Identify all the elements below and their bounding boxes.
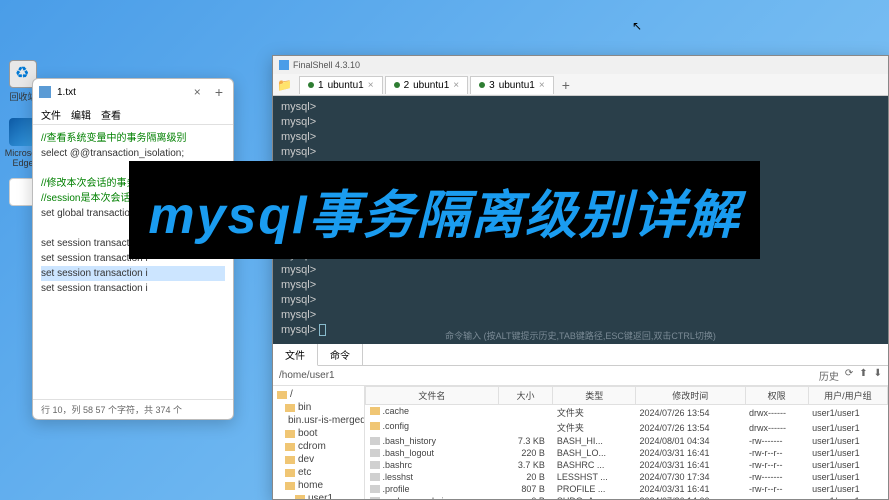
file-browser: /binbin.usr-is-mergedbootcdromdevetchome…	[273, 386, 888, 499]
tree-item[interactable]: home	[277, 479, 360, 492]
tab-close-icon[interactable]: ×	[368, 80, 374, 91]
tree-item[interactable]: user1	[277, 492, 360, 499]
file-row[interactable]: .lesshst20 BLESSHST ...2024/07/30 17:34-…	[366, 471, 888, 483]
tree-item[interactable]: etc	[277, 466, 360, 479]
tab-ubuntu-1[interactable]: 1 ubuntu1 ×	[299, 76, 383, 94]
download-icon[interactable]: ⬇	[874, 368, 882, 383]
tab-close-icon[interactable]: ×	[539, 80, 545, 91]
notepad-title-text: 1.txt	[57, 87, 76, 98]
tab-close-icon[interactable]: ×	[190, 85, 205, 99]
file-row[interactable]: .bash_logout220 BBASH_LO...2024/03/31 16…	[366, 447, 888, 459]
col-type[interactable]: 类型	[553, 387, 636, 405]
menu-edit[interactable]: 编辑	[71, 107, 91, 122]
col-perm[interactable]: 权限	[745, 387, 808, 405]
finalshell-tabs: 📁 1 ubuntu1 × 2 ubuntu1 × 3 ubuntu1 × +	[273, 74, 888, 96]
status-dot-icon	[479, 82, 485, 88]
path-bar: /home/user1 历史 ⟳ ⬆ ⬇	[273, 366, 888, 386]
tab-ubuntu-3[interactable]: 3 ubuntu1 ×	[470, 76, 554, 94]
tab-close-icon[interactable]: ×	[453, 80, 459, 91]
col-owner[interactable]: 用户/用户组	[808, 387, 887, 405]
new-tab-icon[interactable]: +	[211, 84, 227, 100]
refresh-icon[interactable]: ⟳	[845, 368, 853, 383]
menu-file[interactable]: 文件	[41, 107, 61, 122]
add-tab-icon[interactable]: +	[556, 77, 576, 93]
file-row[interactable]: .sudo_as_admin...0 BSUDO_A...2024/07/26 …	[366, 495, 888, 499]
finalshell-title: FinalShell 4.3.10	[293, 60, 360, 70]
tree-item[interactable]: /	[277, 388, 360, 401]
tree-item[interactable]: boot	[277, 427, 360, 440]
menu-view[interactable]: 查看	[101, 107, 121, 122]
terminal-hint: 命令输入 (按ALT键提示历史,TAB键路径,ESC键返回,双击CTRL切换)	[273, 329, 888, 342]
file-row[interactable]: .bash_history7.3 KBBASH_HI...2024/08/01 …	[366, 435, 888, 447]
tree-item[interactable]: dev	[277, 453, 360, 466]
file-row[interactable]: .profile807 BPROFILE ...2024/03/31 16:41…	[366, 483, 888, 495]
finalshell-window[interactable]: FinalShell 4.3.10 📁 1 ubuntu1 × 2 ubuntu…	[272, 55, 889, 500]
document-icon	[39, 86, 51, 98]
tree-item[interactable]: bin	[277, 401, 360, 414]
history-label[interactable]: 历史	[819, 368, 839, 383]
tree-item[interactable]: bin.usr-is-merged	[277, 414, 360, 427]
folder-tree[interactable]: /binbin.usr-is-mergedbootcdromdevetchome…	[273, 386, 365, 499]
status-dot-icon	[394, 82, 400, 88]
folder-open-icon[interactable]: 📁	[277, 78, 291, 92]
file-row[interactable]: .config文件夹2024/07/26 13:54drwx------user…	[366, 420, 888, 435]
file-list[interactable]: 文件名 大小 类型 修改时间 权限 用户/用户组 .cache文件夹2024/0…	[365, 386, 888, 499]
finalshell-titlebar[interactable]: FinalShell 4.3.10	[273, 56, 888, 74]
notepad-menubar: 文件 编辑 查看	[33, 105, 233, 125]
video-title-overlay: mysql事务隔离级别详解	[129, 161, 760, 259]
col-size[interactable]: 大小	[498, 387, 553, 405]
notepad-statusbar: 行 10，列 58 57 个字符，共 374 个	[33, 399, 233, 419]
current-path[interactable]: /home/user1	[279, 370, 335, 381]
app-icon	[279, 60, 289, 70]
col-name[interactable]: 文件名	[366, 387, 499, 405]
status-dot-icon	[308, 82, 314, 88]
tab-files[interactable]: 文件	[273, 344, 318, 366]
file-row[interactable]: .bashrc3.7 KBBASHRC ...2024/03/31 16:41-…	[366, 459, 888, 471]
upload-icon[interactable]: ⬆	[859, 368, 867, 383]
tab-commands[interactable]: 命令	[318, 344, 363, 365]
tab-ubuntu-2[interactable]: 2 ubuntu1 ×	[385, 76, 469, 94]
tree-item[interactable]: cdrom	[277, 440, 360, 453]
col-mtime[interactable]: 修改时间	[636, 387, 746, 405]
bottom-tabbar: 文件 命令	[273, 344, 888, 366]
file-row[interactable]: .cache文件夹2024/07/26 13:54drwx------user1…	[366, 405, 888, 421]
notepad-titlebar[interactable]: 1.txt × +	[33, 79, 233, 105]
mouse-cursor-icon: ↖	[632, 19, 642, 33]
